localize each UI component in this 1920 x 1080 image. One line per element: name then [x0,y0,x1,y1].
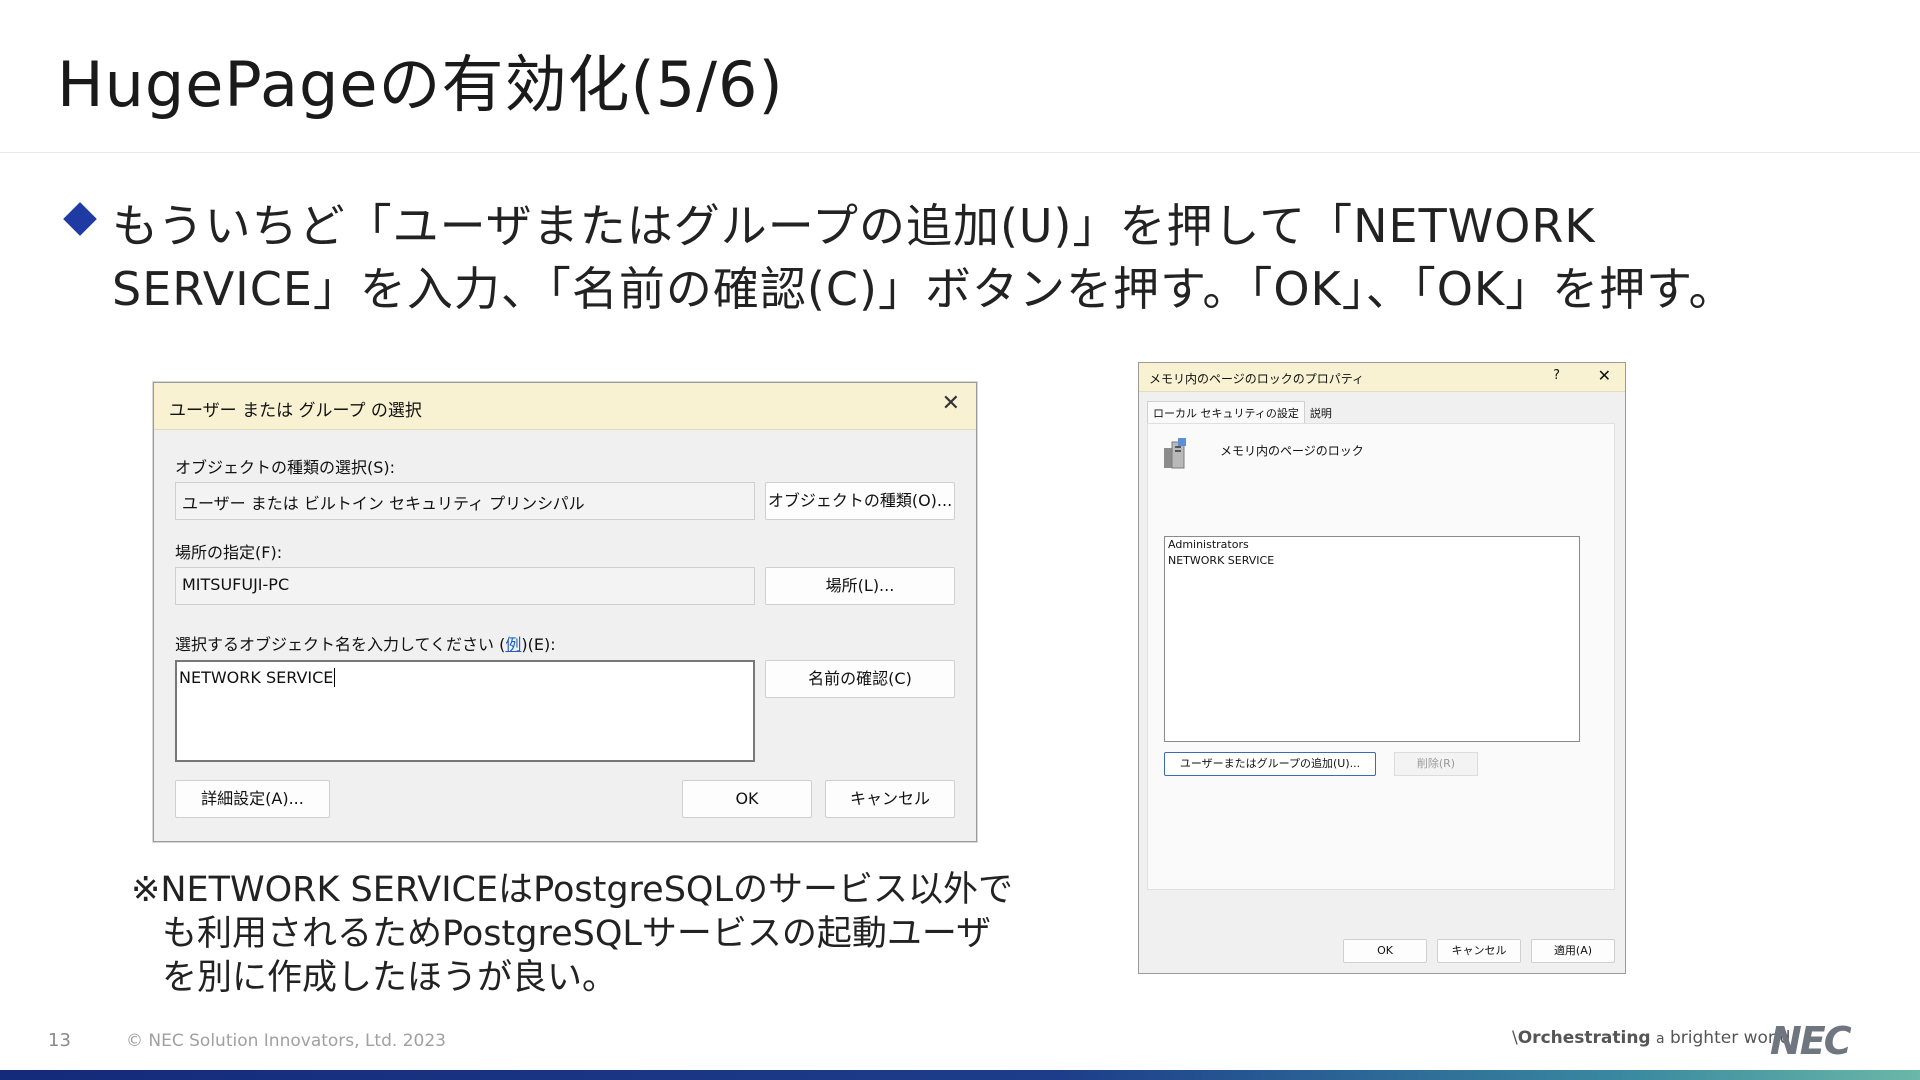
examples-link[interactable]: 例 [505,635,521,654]
tab-explain[interactable]: 説明 [1305,402,1337,424]
object-type-label: オブジェクトの種類の選択(S): [175,458,396,477]
note-line-1: ※NETWORK SERVICEはPostgreSQLのサービス以外で [131,870,1013,910]
add-user-group-button[interactable]: ユーザーまたはグループの追加(U)... [1164,752,1376,776]
note-line-2: も利用されるためPostgreSQLサービスの起動ユーザ [162,914,992,954]
advanced-button[interactable]: 詳細設定(A)... [175,780,330,818]
select-users-dialog: ユーザー または グループ の選択 ✕ オブジェクトの種類の選択(S): ユーザ… [153,382,977,842]
locations-button[interactable]: 場所(L)... [765,567,955,605]
object-name-label: 選択するオブジェクト名を入力してください (例)(E): [175,635,556,654]
tab-local-security-setting[interactable]: ローカル セキュリティの設定 [1147,401,1305,424]
cancel-button[interactable]: キャンセル [825,780,955,818]
close-icon[interactable]: ✕ [942,391,960,416]
instruction-line-1: もういちど「ユーザまたはグループの追加(U)」を押して「NETWORK [112,199,1596,253]
location-label: 場所の指定(F): [175,543,283,562]
remove-button[interactable]: 削除(R) [1394,752,1478,776]
note-line-3: を別に作成したほうが良い。 [162,958,618,998]
list-item[interactable]: Administrators [1165,537,1579,553]
dialog-titlebar: メモリ内のページのロックのプロパティ ? ✕ [1139,363,1625,392]
apply-button[interactable]: 適用(A) [1531,939,1615,963]
object-name-input[interactable]: NETWORK SERVICE [175,660,755,762]
tab-bar: ローカル セキュリティの設定 説明 [1147,401,1337,424]
lock-pages-properties-dialog: メモリ内のページのロックのプロパティ ? ✕ ローカル セキュリティの設定 説明 … [1138,362,1626,974]
object-type-field: ユーザー または ビルトイン セキュリティ プリンシパル [175,482,755,520]
server-policy-icon [1164,438,1186,469]
title-divider [0,152,1920,153]
copyright: © NEC Solution Innovators, Ltd. 2023 [126,1031,446,1051]
list-item[interactable]: NETWORK SERVICE [1165,553,1579,569]
check-names-button[interactable]: 名前の確認(C) [765,660,955,698]
dialog-title: ユーザー または グループ の選択 [169,401,422,421]
help-icon[interactable]: ? [1553,368,1560,383]
instruction-line-2: SERVICE」を入力、「名前の確認(C)」ボタンを押す。「OK」、「OK」を押… [112,262,1736,316]
tagline: \Orchestrating a brighter world [1512,1028,1791,1048]
policy-name: メモリ内のページのロック [1220,444,1364,458]
object-types-button[interactable]: オブジェクトの種類(O)... [765,482,955,520]
ok-button[interactable]: OK [682,780,812,818]
location-field: MITSUFUJI-PC [175,567,755,605]
diamond-bullet-icon [63,202,97,236]
page-number: 13 [48,1030,71,1051]
nec-logo: NEC [1770,1019,1852,1063]
footer-gradient-bar [0,1070,1920,1080]
close-icon[interactable]: ✕ [1598,366,1611,385]
principals-list[interactable]: Administrators NETWORK SERVICE [1164,536,1580,742]
tab-panel: メモリ内のページのロック Administrators NETWORK SERV… [1147,423,1615,890]
page-title: HugePageの有効化(5/6) [57,48,784,121]
note-text: ※NETWORK SERVICEはPostgreSQLのサービス以外で も利用さ… [131,868,1013,1000]
ok-button[interactable]: OK [1343,939,1427,963]
dialog-title: メモリ内のページのロックのプロパティ [1149,372,1365,386]
dialog-titlebar: ユーザー または グループ の選択 ✕ [154,383,976,430]
cancel-button[interactable]: キャンセル [1437,939,1521,963]
